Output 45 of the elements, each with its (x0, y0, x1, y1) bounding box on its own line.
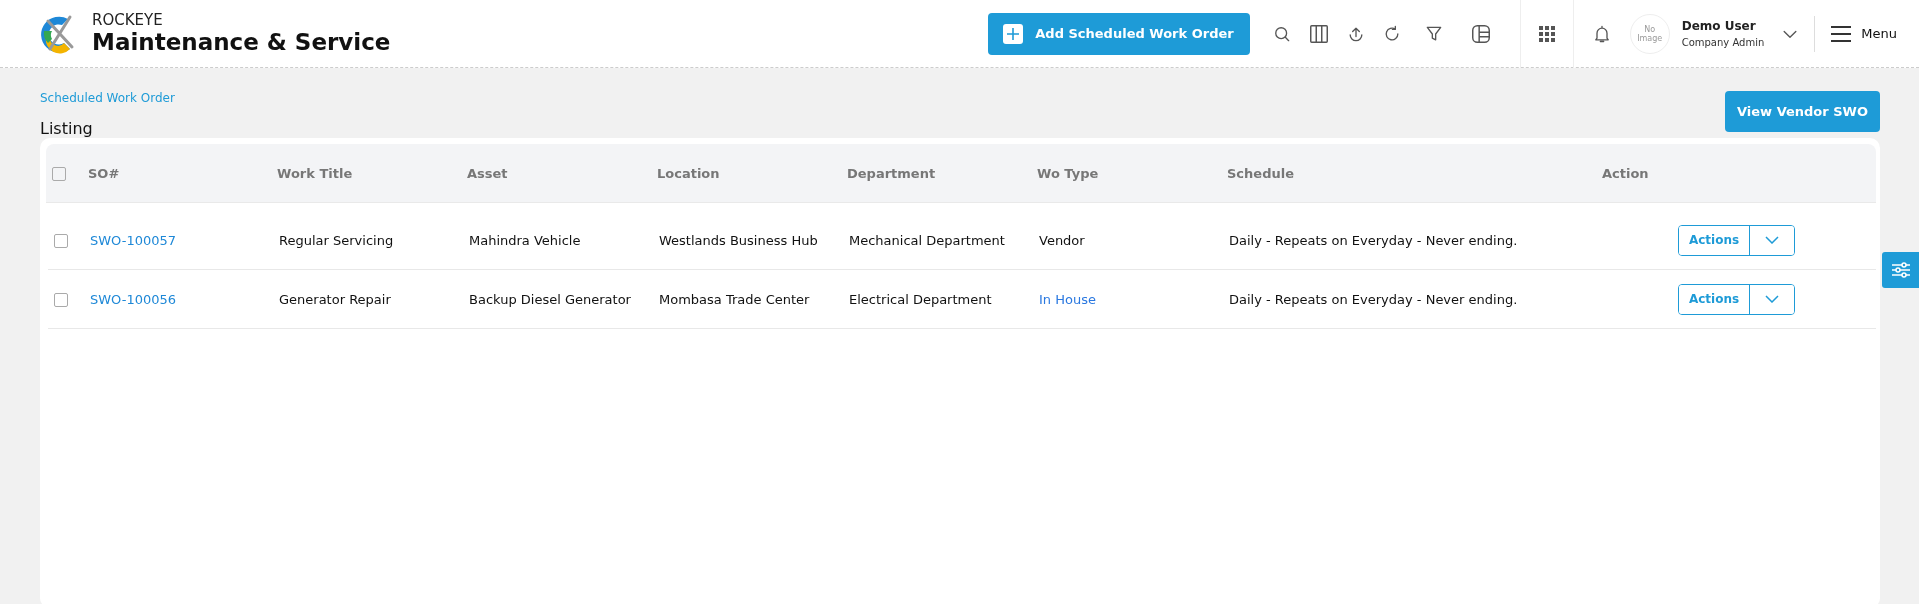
wo-type-link[interactable]: In House (1039, 291, 1096, 307)
column-header: Asset (467, 165, 509, 181)
column-header: SO# (88, 165, 121, 181)
columns-icon[interactable] (1307, 22, 1330, 45)
chevron-down-icon (1765, 295, 1779, 303)
column-header: Wo Type (1037, 165, 1100, 181)
table-cell: Generator Repair (279, 291, 391, 307)
view-vendor-swo-button[interactable]: View Vendor SWO (1725, 91, 1880, 132)
layout-icon[interactable] (1469, 22, 1492, 45)
breadcrumb-link[interactable]: Scheduled Work Order (40, 91, 175, 105)
page-title: Listing (40, 119, 93, 138)
column-header: Department (847, 165, 937, 181)
column-header: Location (657, 165, 721, 181)
column-header: Work Title (277, 165, 354, 181)
user-role: Company Admin (1681, 37, 1765, 48)
checkbox[interactable] (52, 166, 66, 181)
table-cell: Backup Diesel Generator (469, 291, 631, 307)
table-cell: Daily - Repeats on Everyday - Never ending. (1229, 232, 1518, 248)
add-work-order-button[interactable]: Add Scheduled Work Order (988, 12, 1250, 55)
chevron-down-icon (1765, 236, 1779, 244)
column-header: Action (1602, 165, 1650, 181)
checkbox[interactable] (54, 233, 68, 248)
table-cell: Mombasa Trade Center (659, 291, 810, 307)
work-order-link[interactable]: SWO-100056 (90, 291, 177, 307)
plus-icon (1007, 27, 1020, 40)
table-cell: Mechanical Department (849, 232, 1005, 248)
column-header: Schedule (1227, 165, 1295, 181)
work-order-link[interactable]: SWO-100057 (90, 232, 177, 248)
settings-tab-button[interactable] (1882, 252, 1919, 288)
checkbox[interactable] (54, 292, 68, 307)
table-cell: Regular Servicing (279, 232, 394, 248)
menu-button[interactable]: Menu (1831, 25, 1907, 42)
table-cell: Westlands Business Hub (659, 232, 818, 248)
actions-button[interactable]: Actions (1679, 225, 1750, 255)
app-title: Maintenance & Service (92, 28, 391, 56)
brand-name: ROCKEYE (92, 11, 164, 29)
apps-grid-icon[interactable] (1538, 25, 1555, 42)
sliders-icon (1891, 262, 1910, 278)
table-cell: Mahindra Vehicle (469, 232, 581, 248)
menu-icon (1831, 25, 1852, 42)
table-cell: Daily - Repeats on Everyday - Never ending. (1229, 291, 1518, 307)
actions-button[interactable]: Actions (1679, 284, 1750, 314)
table-cell: Electrical Department (849, 291, 992, 307)
user-name: Demo User (1681, 19, 1757, 33)
table-cell: Vendor (1039, 232, 1085, 248)
